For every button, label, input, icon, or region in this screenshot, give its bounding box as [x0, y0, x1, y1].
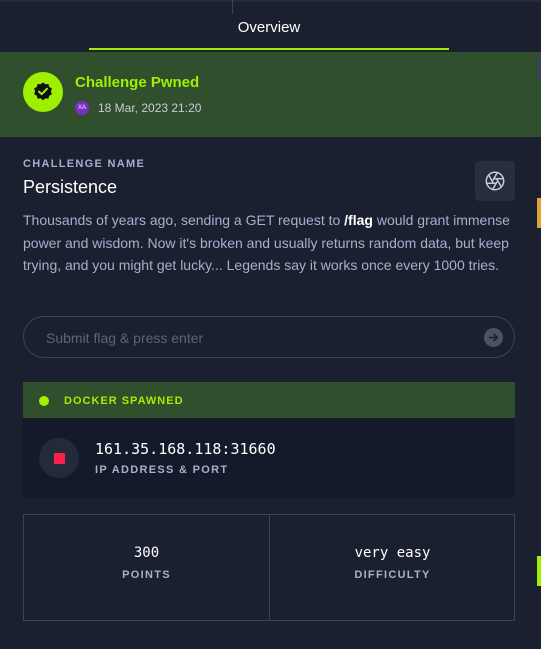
description-text: Thousands of years ago, sending a GET re…	[23, 212, 345, 228]
challenge-pwned-banner: Challenge Pwned XA 18 Mar, 2023 21:20	[0, 52, 541, 137]
pwned-meta: XA 18 Mar, 2023 21:20	[75, 101, 201, 115]
stop-instance-button[interactable]	[39, 438, 79, 478]
ip-address-port[interactable]: 161.35.168.118:31660	[95, 440, 276, 458]
tab-bar: Overview	[0, 0, 541, 51]
tab-overview-label: Overview	[237, 19, 301, 36]
docker-status: DOCKER SPAWNED	[64, 395, 184, 407]
flag-input[interactable]	[44, 317, 478, 359]
ip-address-label: IP ADDRESS & PORT	[95, 464, 229, 476]
challenge-stats: 300 POINTS very easy DIFFICULTY	[23, 514, 515, 621]
tab-overview[interactable]: Overview	[89, 14, 449, 50]
avatar[interactable]: XA	[75, 101, 89, 115]
docker-status-header: DOCKER SPAWNED	[23, 382, 515, 418]
arrow-right-icon	[489, 333, 498, 342]
difficulty-stat: very easy DIFFICULTY	[269, 515, 515, 620]
edge-marker	[537, 556, 541, 586]
aperture-icon[interactable]	[475, 161, 515, 201]
edge-marker	[537, 198, 541, 228]
challenge-description: Thousands of years ago, sending a GET re…	[23, 209, 518, 277]
challenge-title: Persistence	[23, 177, 118, 197]
status-dot-icon	[39, 396, 49, 406]
points-label: POINTS	[122, 569, 171, 581]
difficulty-value: very easy	[354, 545, 431, 561]
submit-flag-button[interactable]	[484, 328, 503, 347]
points-stat: 300 POINTS	[24, 515, 269, 620]
verified-badge-icon	[23, 72, 63, 112]
tab-divider	[232, 0, 233, 14]
description-endpoint: /flag	[344, 212, 373, 228]
stop-icon	[53, 452, 65, 464]
docker-instance-panel: 161.35.168.118:31660 IP ADDRESS & PORT	[23, 418, 515, 497]
tab-active-underline	[89, 48, 449, 50]
pwned-date: 18 Mar, 2023 21:20	[98, 101, 202, 115]
top-border	[0, 0, 541, 2]
challenge-name-label: CHALLENGE NAME	[23, 158, 146, 170]
flag-input-wrapper	[23, 316, 515, 359]
edge-marker	[537, 55, 541, 82]
points-value: 300	[133, 545, 160, 561]
pwned-title: Challenge Pwned	[75, 74, 200, 91]
difficulty-label: DIFFICULTY	[354, 569, 431, 581]
